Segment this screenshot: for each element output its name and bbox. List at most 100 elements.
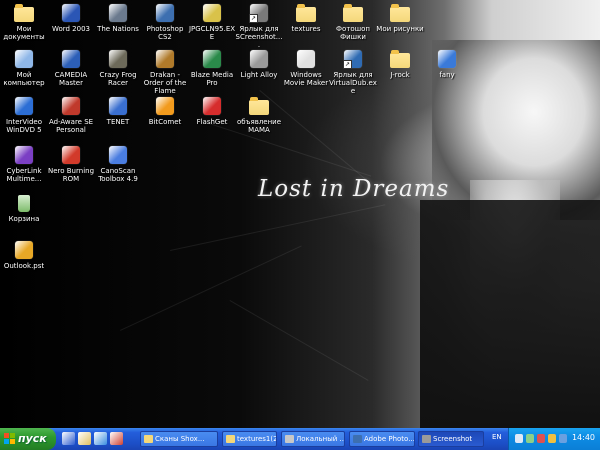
taskbar-button-label: Локальный ... bbox=[296, 435, 345, 443]
desktop-icon-label: The Nations bbox=[97, 25, 139, 33]
desktop-icon-label: Мои рисунки bbox=[376, 25, 424, 33]
desktop-icon-obyavlenie-mama[interactable]: объявление МАМА bbox=[235, 96, 283, 134]
desktop-icon-drakan[interactable]: Drakan - Order of the Flame bbox=[141, 49, 189, 95]
language-indicator[interactable]: EN bbox=[492, 433, 502, 441]
desktop-icon-label: Light Alloy bbox=[240, 71, 278, 79]
documents-folder-icon bbox=[14, 3, 34, 23]
taskbar-button-label: textures1(2) bbox=[237, 435, 277, 443]
desktop-icon-label: InterVideo WinDVD 5 bbox=[5, 118, 43, 134]
media-icon bbox=[202, 49, 222, 69]
frog-icon bbox=[108, 49, 128, 69]
desktop-icon-label: J-rock bbox=[390, 71, 410, 79]
messenger-icon[interactable] bbox=[559, 434, 567, 443]
game-icon bbox=[108, 3, 128, 23]
desktop-icon-textures[interactable]: textures bbox=[282, 3, 330, 33]
desktop-icon-label: Photoshop CS2 bbox=[146, 25, 184, 41]
clock[interactable]: 14:40 bbox=[572, 433, 595, 442]
outlook-icon bbox=[14, 240, 34, 260]
desktop-icon-label: JPGCLN95.EXE bbox=[188, 25, 236, 41]
desktop-icon-nero[interactable]: Nero Burning ROM bbox=[47, 145, 95, 183]
desktop-icon-label: Blaze Media Pro bbox=[190, 71, 234, 87]
dvd-icon bbox=[14, 96, 34, 116]
desktop-icon-label: Nero Burning ROM bbox=[47, 167, 95, 183]
outlook-express-icon[interactable] bbox=[110, 432, 123, 445]
cyberlink-icon bbox=[14, 145, 34, 165]
desktop-icon-ad-aware[interactable]: Ad-Aware SE Personal bbox=[47, 96, 95, 134]
drakan-icon bbox=[155, 49, 175, 69]
desktop-icon-crazy-frog[interactable]: Crazy Frog Racer bbox=[94, 49, 142, 87]
drive-icon bbox=[285, 435, 294, 443]
desktop-icon-bitcomet[interactable]: BitComet bbox=[141, 96, 189, 126]
desktop-icon-camedia-master[interactable]: CAMEDIA Master bbox=[47, 49, 95, 87]
screenshot-icon bbox=[422, 435, 431, 443]
desktop-icon-shortcut-screenshot[interactable]: ↗ Ярлык для SCreenshot.... bbox=[235, 3, 283, 49]
desktop-icon-label: fany bbox=[439, 71, 455, 79]
desktop-icon-label: Мой компьютер bbox=[3, 71, 45, 87]
desktop-icon-label: Ярлык для VirtualDub.exe bbox=[329, 71, 377, 95]
desktop-icon-label: Ярлык для SCreenshot.... bbox=[235, 25, 283, 49]
desktop-icon-canoscan[interactable]: CanoScan Toolbox 4.9 bbox=[94, 145, 142, 183]
wallpaper-strand bbox=[170, 204, 386, 251]
desktop-icon-shortcut-virtualdub[interactable]: ↗ Ярлык для VirtualDub.exe bbox=[329, 49, 377, 95]
wallpaper-strand bbox=[199, 120, 372, 177]
file-icon bbox=[437, 49, 457, 69]
desktop-icon-cyberlink[interactable]: CyberLink Multime... bbox=[0, 145, 48, 183]
taskbar-button-3[interactable]: Локальный ... bbox=[281, 431, 345, 447]
desktop-icon-j-rock[interactable]: J-rock bbox=[376, 49, 424, 79]
taskbar-button-5[interactable]: Screenshot bbox=[418, 431, 484, 447]
taskbar-button-4[interactable]: Adobe Photo... bbox=[349, 431, 415, 447]
wallpaper-strand bbox=[259, 90, 368, 181]
desktop-icon-recycle-bin[interactable]: Корзина bbox=[0, 193, 48, 223]
desktop-icon-label: textures bbox=[291, 25, 321, 33]
computer-icon bbox=[14, 49, 34, 69]
desktop-icon-photoshop-fichi[interactable]: Фотошоп Фишки bbox=[329, 3, 377, 41]
desktop-icon-label: Ad-Aware SE Personal bbox=[48, 118, 94, 134]
browser-icon[interactable] bbox=[94, 432, 107, 445]
taskbar: пуск Сканы Shox... textures1(2) Локальный … bbox=[0, 428, 600, 450]
desktop-icon-light-alloy[interactable]: Light Alloy bbox=[235, 49, 283, 79]
desktop-icon-label: CyberLink Multime... bbox=[6, 167, 42, 183]
desktop-icon-flashget[interactable]: FlashGet bbox=[188, 96, 236, 126]
desktop-icon-blaze-media[interactable]: Blaze Media Pro bbox=[188, 49, 236, 87]
desktop-icon-word-2003[interactable]: Word 2003 bbox=[47, 3, 95, 33]
desktop-icon-label: Windows Movie Maker bbox=[283, 71, 329, 87]
desktop-icon-my-pictures[interactable]: Мои рисунки bbox=[376, 3, 424, 33]
desktop-icon-label: BitComet bbox=[148, 118, 182, 126]
start-label: пуск bbox=[18, 432, 47, 445]
taskbar-button-label: Adobe Photo... bbox=[364, 435, 415, 443]
desktop-icon-fany[interactable]: fany bbox=[423, 49, 471, 79]
system-tray: 14:40 bbox=[508, 428, 600, 450]
exe-icon bbox=[202, 3, 222, 23]
recycle-bin-icon bbox=[14, 193, 34, 213]
taskbar-button-label: Сканы Shox... bbox=[155, 435, 205, 443]
desktop-icon-wmm[interactable]: Windows Movie Maker bbox=[282, 49, 330, 87]
safely-remove-icon[interactable] bbox=[548, 434, 556, 443]
desktop-icon-label: Корзина bbox=[8, 215, 40, 223]
volume-icon[interactable] bbox=[515, 434, 523, 443]
desktop-icon-intervideo[interactable]: InterVideo WinDVD 5 bbox=[0, 96, 48, 134]
desktop[interactable]: Lost in Dreams Мои документы Word 2003 The… bbox=[0, 0, 600, 428]
network-icon[interactable] bbox=[526, 434, 534, 443]
desktop-icon[interactable] bbox=[78, 432, 91, 445]
desktop-icon-label: TENET bbox=[106, 118, 130, 126]
desktop-icon-tenet[interactable]: TENET bbox=[94, 96, 142, 126]
desktop-icon-photoshop-cs2[interactable]: Photoshop CS2 bbox=[141, 3, 189, 41]
folder-icon bbox=[390, 49, 410, 69]
antivirus-icon[interactable] bbox=[537, 434, 545, 443]
media-player-icon[interactable] bbox=[62, 432, 75, 445]
desktop-icon-outlook-pst[interactable]: Outlook.pst bbox=[0, 240, 48, 270]
desktop-icon-my-documents[interactable]: Мои документы bbox=[0, 3, 48, 41]
taskbar-button-2[interactable]: textures1(2) bbox=[222, 431, 277, 447]
wallpaper-portrait-shadow bbox=[420, 200, 600, 428]
wallpaper-strand bbox=[120, 245, 302, 331]
folder-icon bbox=[144, 435, 153, 443]
taskbar-button-1[interactable]: Сканы Shox... bbox=[140, 431, 218, 447]
desktop-icon-label: Outlook.pst bbox=[3, 262, 45, 270]
desktop-icon-label: объявление МАМА bbox=[236, 118, 282, 134]
desktop-icon-the-nations[interactable]: The Nations bbox=[94, 3, 142, 33]
desktop-icon-label: CanoScan Toolbox 4.9 bbox=[98, 167, 138, 183]
adaware-icon bbox=[61, 96, 81, 116]
start-button[interactable]: пуск bbox=[0, 428, 56, 450]
desktop-icon-jpgcln95[interactable]: JPGCLN95.EXE bbox=[188, 3, 236, 41]
desktop-icon-my-computer[interactable]: Мой компьютер bbox=[0, 49, 48, 87]
